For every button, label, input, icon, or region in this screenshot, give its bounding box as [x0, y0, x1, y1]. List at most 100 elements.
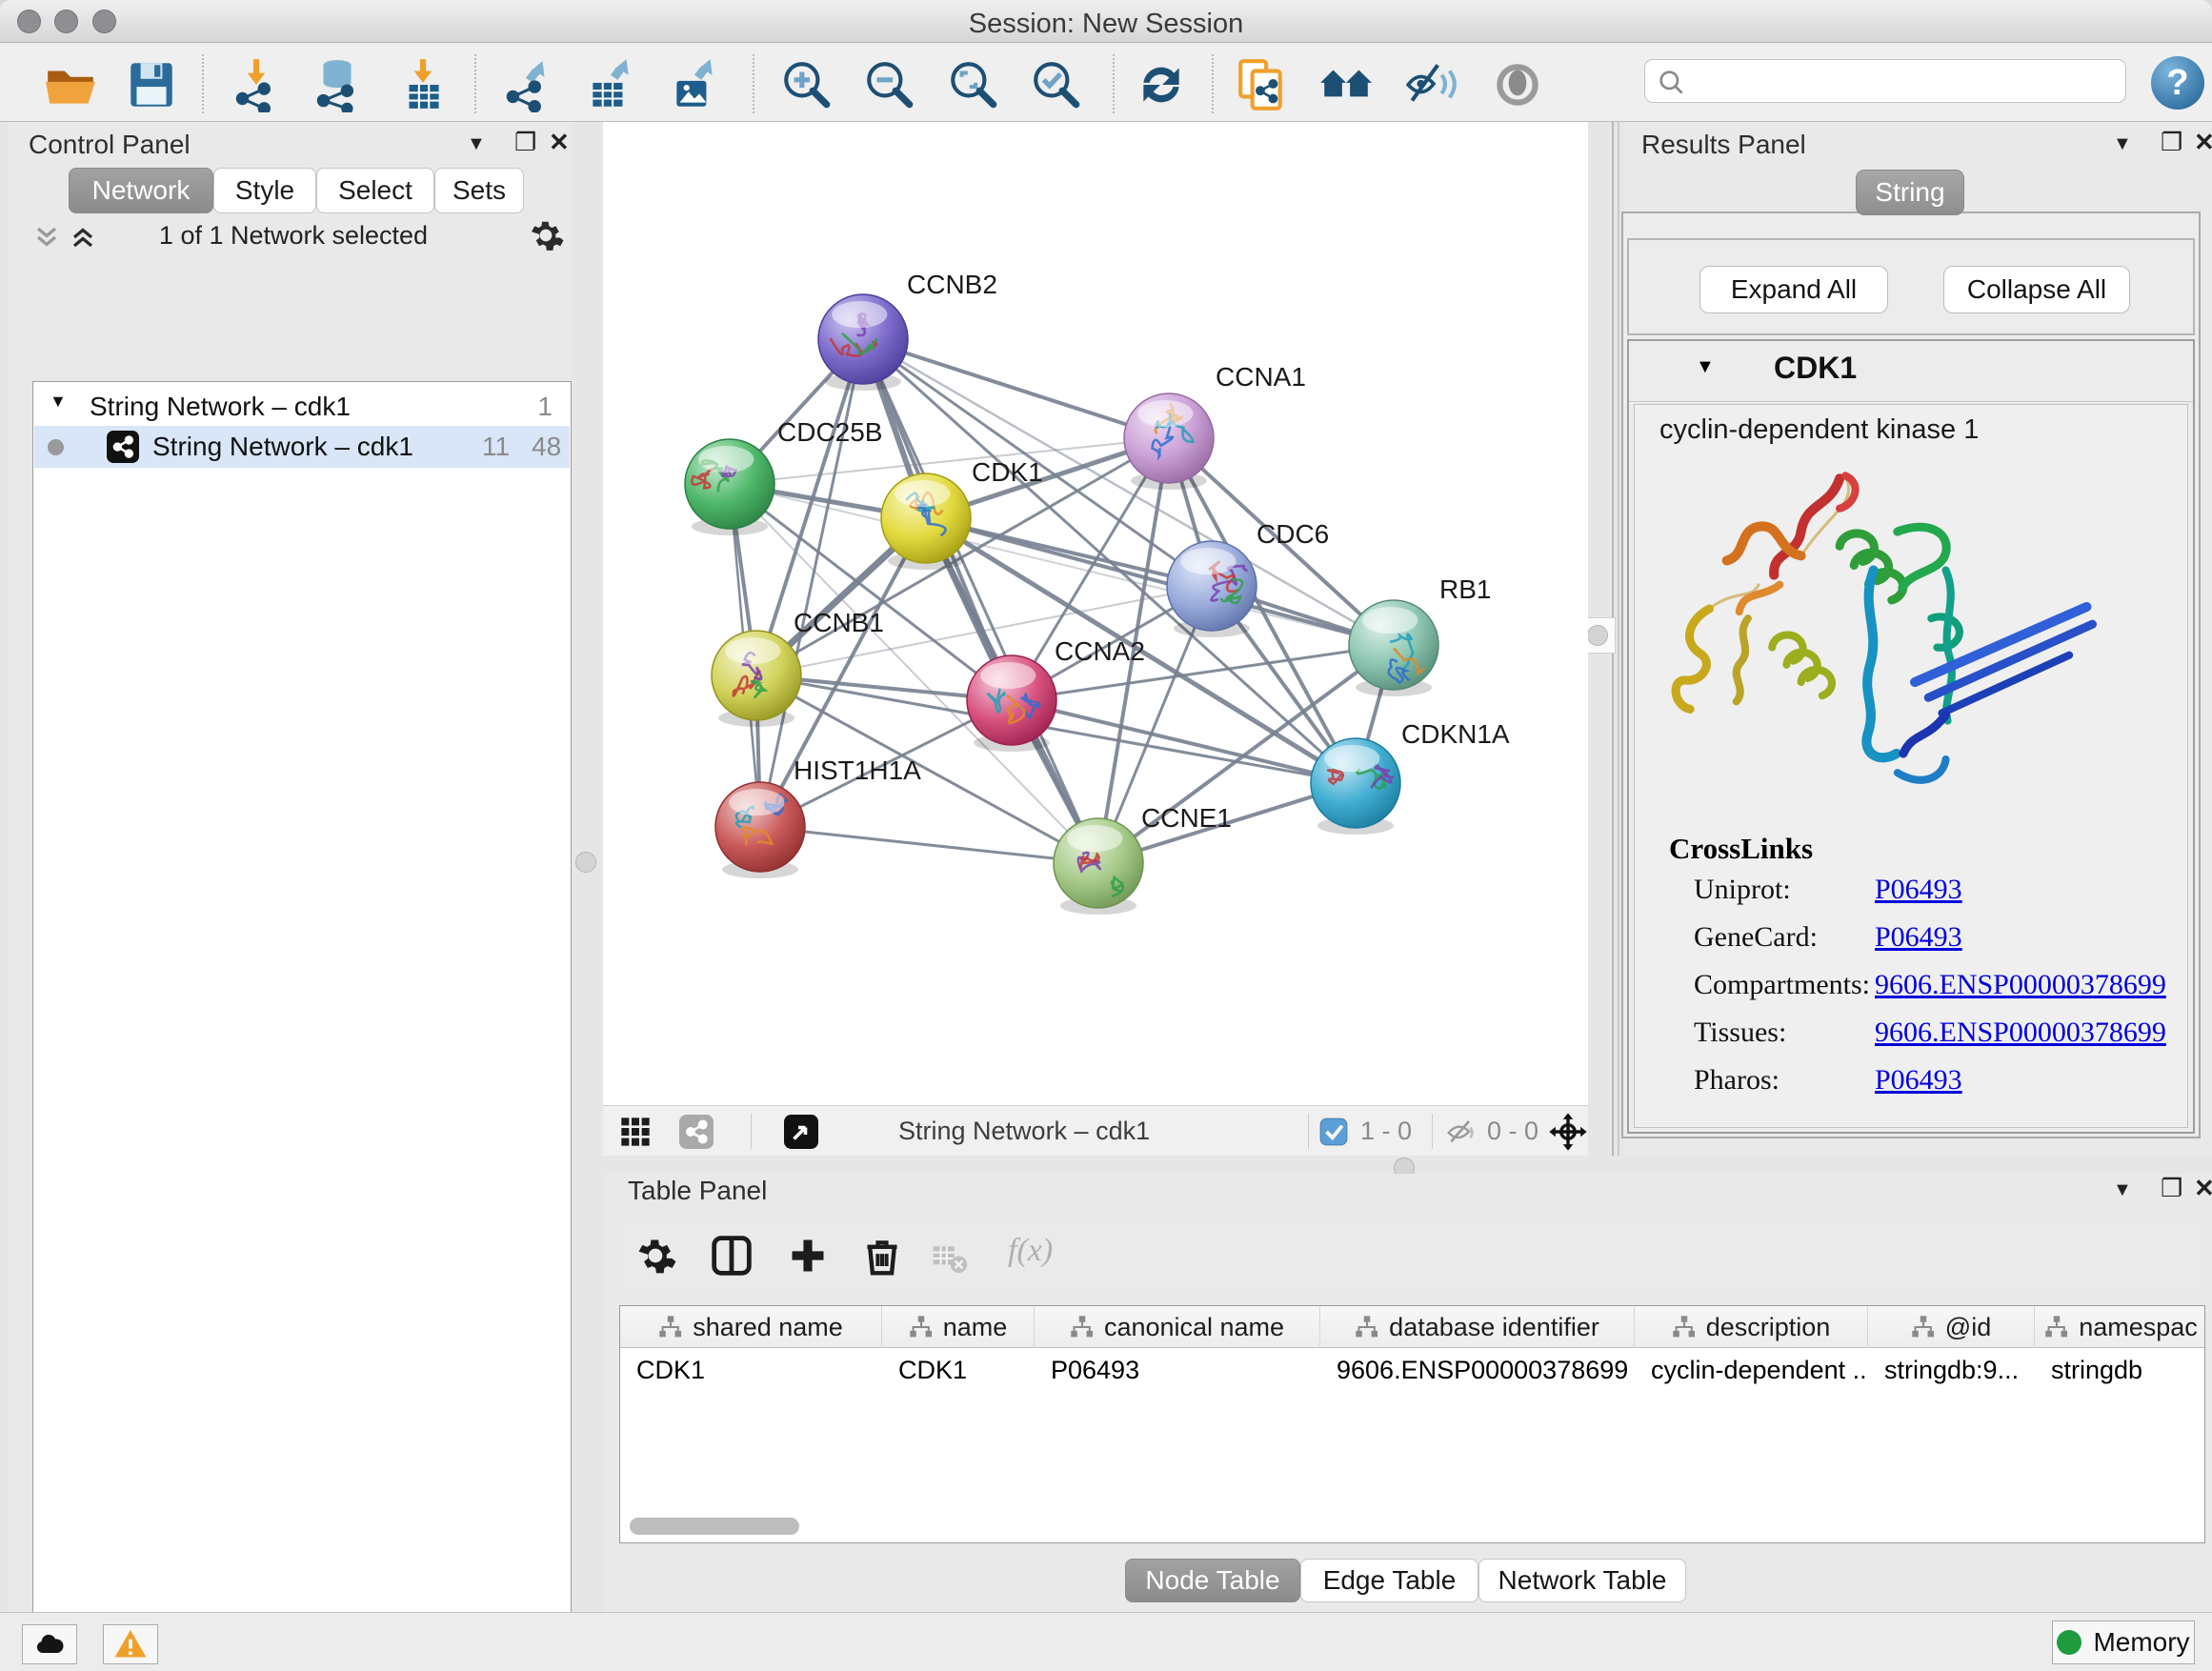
network-row-selected[interactable]: String Network – cdk1 11 48 [34, 426, 570, 468]
tab-network-table[interactable]: Network Table [1478, 1559, 1686, 1602]
network-canvas[interactable]: CCNB2CCNA1CDC25BCDK1CDC6RB1CCNB1CCNA2CDK… [603, 122, 1588, 1105]
network-node-CCNB1[interactable]: CCNB1 [712, 608, 884, 727]
crosslink-link[interactable]: 9606.ENSP00000378699 [1875, 969, 2166, 1001]
float-panel-icon[interactable]: ▼ [467, 130, 486, 158]
column-header--id[interactable]: @id [1868, 1306, 2035, 1348]
cdk1-result-section: ▼ CDK1 cyclin-dependent kinase 1 [1627, 339, 2195, 1134]
column-header-description[interactable]: description [1635, 1306, 1868, 1348]
search-input[interactable] [1695, 64, 2114, 98]
column-header-canonical-name[interactable]: canonical name [1035, 1306, 1320, 1348]
network-edge-CCNB2-HIST1H1A[interactable] [760, 339, 863, 827]
results-tab-string[interactable]: String [1856, 170, 1964, 215]
network-share-view-icon[interactable] [679, 1115, 714, 1156]
collection-expand-icon[interactable]: ▼ [50, 392, 67, 412]
grid-view-icon[interactable] [620, 1117, 651, 1154]
show-columns-icon[interactable] [711, 1235, 753, 1281]
export-image-button[interactable] [667, 57, 722, 112]
toolbar-separator [1212, 54, 1214, 113]
import-table-file-button[interactable] [395, 57, 451, 112]
table-cell[interactable]: stringdb [2035, 1348, 2205, 1392]
node-description: cyclin-dependent kinase 1 [1659, 414, 1979, 446]
table-cell[interactable]: CDK1 [882, 1348, 1035, 1392]
export-network-button[interactable] [501, 57, 556, 112]
zoom-selected-button[interactable] [1029, 57, 1084, 112]
undock-panel-icon[interactable]: ❐ [2161, 1174, 2182, 1202]
float-panel-icon[interactable]: ▼ [2113, 130, 2132, 158]
crosslink-link[interactable]: P06493 [1875, 874, 1962, 906]
cloud-button[interactable] [22, 1624, 77, 1664]
memory-button[interactable]: Memory [2052, 1621, 2195, 1664]
network-node-CDK1[interactable]: CDK1 [881, 457, 1043, 570]
import-network-file-button[interactable] [229, 57, 284, 112]
undock-panel-icon[interactable]: ❐ [2161, 128, 2182, 156]
undock-panel-icon[interactable]: ❐ [514, 128, 536, 156]
network-node-label: CCNA2 [1055, 636, 1145, 666]
close-panel-icon[interactable]: ✕ [2194, 1174, 2212, 1202]
cdk1-section-header[interactable]: ▼ CDK1 [1629, 341, 2193, 402]
delete-column-trash-icon[interactable] [861, 1235, 903, 1281]
import-network-database-button[interactable] [310, 57, 365, 112]
column-header-label: namespac [2079, 1313, 2198, 1342]
save-session-button[interactable] [124, 57, 179, 112]
float-panel-icon[interactable]: ▼ [2113, 1176, 2132, 1204]
expand-all-networks-icon[interactable] [69, 223, 97, 256]
column-header-label: description [1706, 1313, 1831, 1342]
hidden-eye-slash-icon[interactable] [1446, 1117, 1477, 1155]
protein-structure-image [1650, 454, 2164, 831]
left-splitter-handle[interactable] [575, 852, 596, 873]
tab-style[interactable]: Style [213, 168, 316, 213]
table-toolbar: f(x) [619, 1221, 2205, 1290]
table-cell[interactable]: cyclin-dependent ... [1635, 1348, 1868, 1392]
column-header-database-identifier[interactable]: database identifier [1320, 1306, 1635, 1348]
column-header-shared-name[interactable]: shared name [620, 1306, 882, 1348]
tab-node-table[interactable]: Node Table [1125, 1559, 1300, 1602]
expand-all-button[interactable]: Expand All [1699, 266, 1888, 313]
clone-network-button[interactable] [1235, 57, 1290, 112]
crosslink-label: Uniprot: [1694, 874, 1791, 906]
column-header-namespac[interactable]: namespac [2035, 1306, 2205, 1348]
network-edge-HIST1H1A-CCNE1[interactable] [760, 827, 1098, 863]
network-node-CDC25B[interactable]: CDC25B [685, 417, 882, 535]
horizontal-scrollbar-thumb[interactable] [630, 1518, 799, 1535]
tab-select[interactable]: Select [316, 168, 434, 213]
network-collection-row[interactable]: ▼ String Network – cdk1 1 [34, 386, 570, 428]
zoom-fit-button[interactable] [946, 57, 1001, 112]
tab-edge-table[interactable]: Edge Table [1300, 1559, 1478, 1602]
table-cell[interactable]: P06493 [1035, 1348, 1320, 1392]
section-collapse-icon[interactable]: ▼ [1696, 356, 1715, 378]
create-column-plus-icon[interactable] [787, 1235, 829, 1281]
fit-content-crosshair-icon[interactable] [1548, 1112, 1588, 1158]
close-panel-icon[interactable]: ✕ [2194, 128, 2212, 156]
crosslink-link[interactable]: P06493 [1875, 1064, 1962, 1097]
open-session-button[interactable] [43, 57, 98, 112]
hide-unhide-button[interactable] [1404, 57, 1459, 112]
table-cell[interactable]: 9606.ENSP00000378699 [1320, 1348, 1635, 1392]
table-options-gear-icon[interactable] [634, 1235, 676, 1281]
network-edge-CCNB2-CCNA1[interactable] [863, 339, 1169, 438]
home-string-button[interactable] [1318, 57, 1374, 112]
highlight-filter-button[interactable] [1490, 57, 1545, 112]
close-panel-icon[interactable]: ✕ [549, 128, 570, 156]
tab-sets[interactable]: Sets [434, 168, 524, 213]
warnings-button[interactable] [103, 1624, 158, 1664]
export-table-button[interactable] [583, 57, 638, 112]
crosslink-link[interactable]: 9606.ENSP00000378699 [1875, 1017, 2166, 1049]
table-cell[interactable]: stringdb:9... [1868, 1348, 2035, 1392]
birdseye-view-icon[interactable] [784, 1115, 818, 1156]
selected-checkbox-icon[interactable] [1319, 1117, 1348, 1153]
help-button[interactable]: ? [2151, 56, 2204, 110]
network-node-CDKN1A[interactable]: CDKN1A [1311, 719, 1510, 835]
zoom-out-button[interactable] [862, 57, 917, 112]
tab-network[interactable]: Network [69, 168, 213, 213]
network-options-gear-icon[interactable] [528, 217, 564, 258]
crosslink-link[interactable]: P06493 [1875, 921, 1962, 954]
table-cell[interactable]: CDK1 [620, 1348, 882, 1392]
network-node-RB1[interactable]: RB1 [1349, 574, 1491, 696]
zoom-in-button[interactable] [779, 57, 835, 112]
apply-style-refresh-button[interactable] [1134, 57, 1189, 112]
network-node-HIST1H1A[interactable]: HIST1H1A [715, 755, 921, 878]
collapse-all-button[interactable]: Collapse All [1943, 266, 2130, 313]
column-header-name[interactable]: name [882, 1306, 1035, 1348]
network-node-CCNA1[interactable]: CCNA1 [1124, 362, 1306, 490]
collapse-all-networks-icon[interactable] [32, 223, 61, 256]
